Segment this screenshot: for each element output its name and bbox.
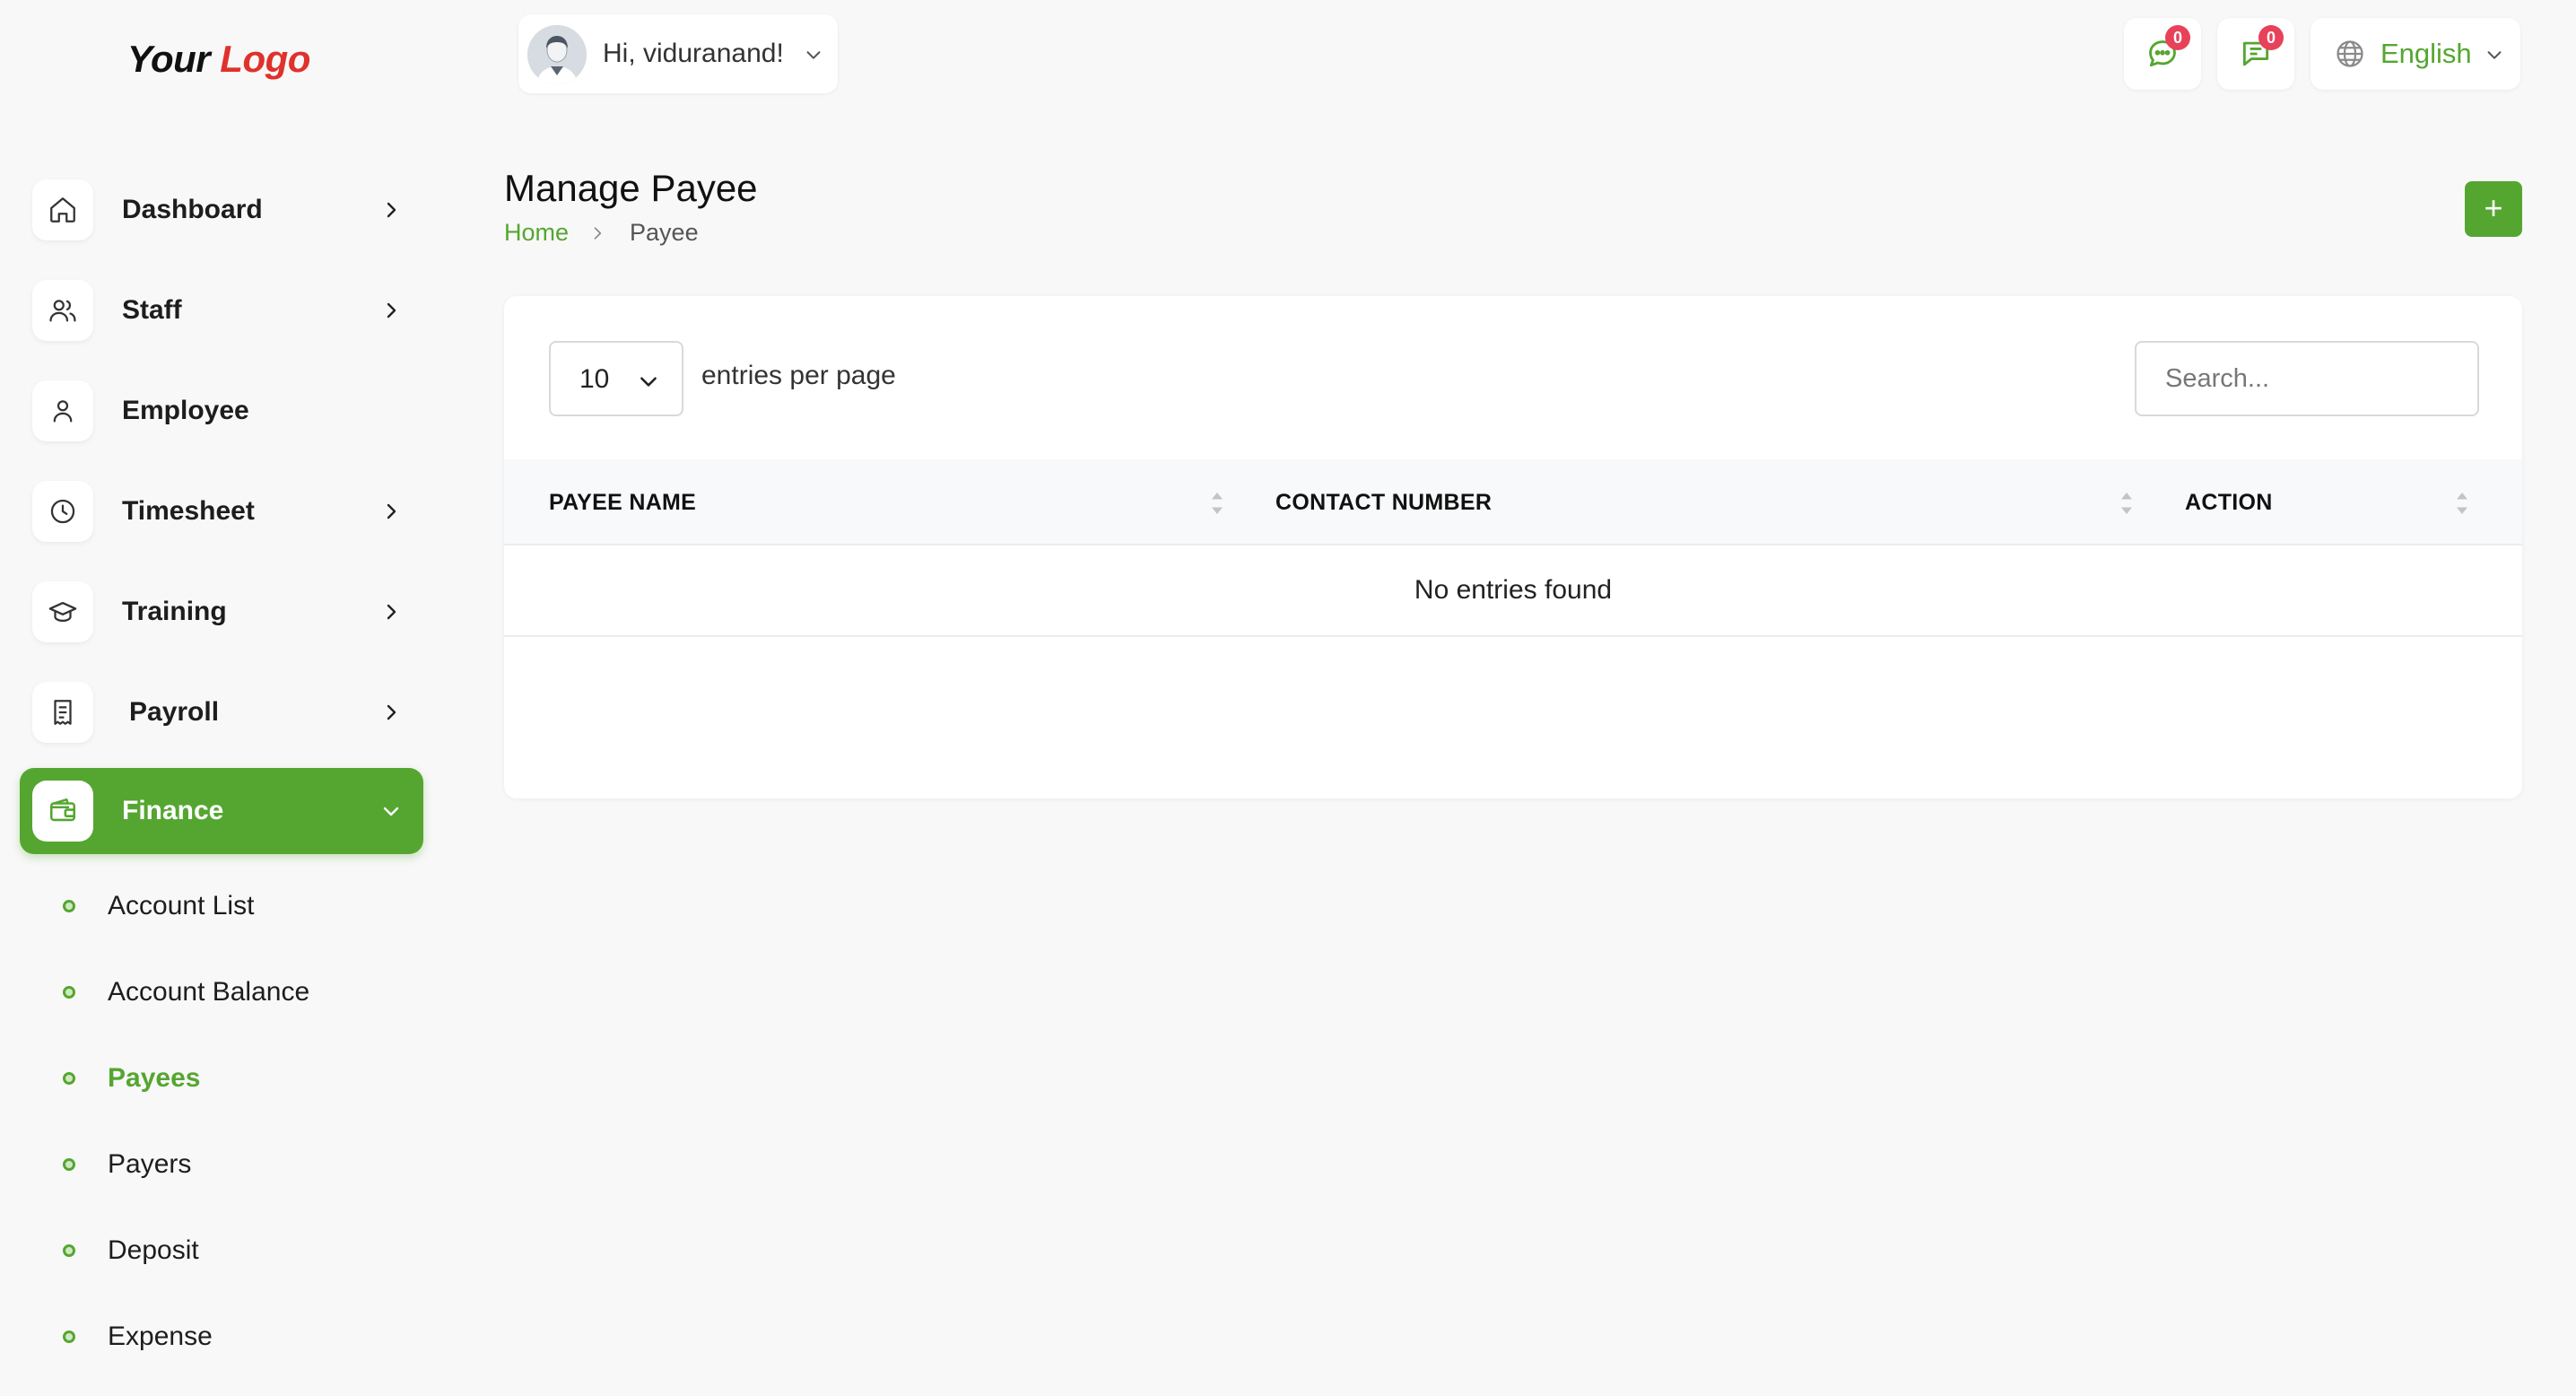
entries-per-page-value: 10 (579, 364, 610, 394)
submenu-item-payees[interactable]: Payees (63, 1059, 200, 1098)
user-icon (32, 380, 93, 441)
sidebar-item-timesheet[interactable]: Timesheet (20, 468, 423, 554)
chevron-right-icon (387, 202, 396, 218)
add-payee-button[interactable]: + (2465, 181, 2522, 237)
bullet-icon (63, 900, 75, 912)
chevron-right-icon (387, 704, 396, 720)
column-header-action[interactable]: ACTION (2185, 459, 2273, 545)
submenu-item-deposit[interactable]: Deposit (63, 1231, 199, 1270)
logo-word-your: Your (127, 38, 211, 80)
breadcrumb-home-link[interactable]: Home (504, 219, 569, 247)
sidebar-item-label: Timesheet (122, 496, 255, 526)
sidebar-item-label: Employee (122, 396, 249, 425)
breadcrumb-current: Payee (630, 219, 699, 246)
submenu-item-label: Payees (108, 1063, 201, 1093)
entries-per-page-label: entries per page (701, 361, 896, 390)
bullet-icon (63, 1244, 75, 1257)
logo-word-logo: Logo (220, 38, 310, 80)
sidebar-item-employee[interactable]: Employee (20, 368, 423, 454)
sidebar-item-label: Staff (122, 295, 182, 325)
search-input[interactable] (2135, 341, 2479, 416)
brand-logo[interactable]: Your Logo (127, 38, 310, 81)
receipt-icon (32, 682, 93, 743)
submenu-item-payers[interactable]: Payers (63, 1145, 191, 1184)
submenu-item-label: Account Balance (108, 977, 310, 1007)
column-header-label: CONTACT NUMBER (1275, 489, 1493, 515)
chevron-right-icon (594, 226, 602, 240)
submenu-item-expense[interactable]: Expense (63, 1317, 213, 1357)
chevron-down-icon (2487, 51, 2502, 59)
sidebar-item-label: Finance (122, 796, 224, 825)
home-icon (32, 179, 93, 240)
chevron-down-icon (383, 807, 399, 816)
chevron-right-icon (387, 302, 396, 318)
messages-badge: 0 (2165, 25, 2190, 50)
sort-icon[interactable] (2119, 490, 2135, 517)
globe-icon (2337, 40, 2363, 67)
submenu-item-label: Payers (108, 1149, 192, 1179)
sidebar-item-label: Training (122, 597, 227, 626)
clock-icon (32, 481, 93, 542)
submenu-item-label: Account List (108, 891, 255, 920)
bullet-icon (63, 1072, 75, 1085)
language-label: English (2380, 38, 2472, 69)
chevron-down-icon (806, 51, 821, 59)
submenu-item-label: Expense (108, 1322, 213, 1351)
bullet-icon (63, 986, 75, 999)
submenu-item-label: Deposit (108, 1235, 199, 1265)
bullet-icon (63, 1331, 75, 1343)
sidebar-item-label: Dashboard (122, 195, 263, 224)
empty-message: No entries found (1414, 575, 1613, 605)
wallet-icon (32, 781, 93, 842)
chevron-down-icon (640, 377, 657, 387)
sidebar-item-payroll[interactable]: Payroll (20, 669, 423, 755)
payee-table-card: 10 entries per page PAYEE NAME CONTACT N… (504, 296, 2522, 798)
submenu-item-account-list[interactable]: Account List (63, 886, 254, 926)
chat-button[interactable]: 0 (2217, 18, 2294, 90)
table-header: PAYEE NAME CONTACT NUMBER ACTION (504, 459, 2522, 545)
sidebar-item-dashboard[interactable]: Dashboard (20, 167, 423, 253)
breadcrumb: Home Payee (504, 219, 699, 247)
chevron-right-icon (387, 604, 396, 620)
users-icon (32, 280, 93, 341)
submenu-item-account-balance[interactable]: Account Balance (63, 973, 309, 1012)
sidebar-item-training[interactable]: Training (20, 569, 423, 655)
sidebar-item-finance[interactable]: Finance (20, 768, 423, 854)
language-selector[interactable]: English (2311, 18, 2520, 90)
page-title: Manage Payee (504, 167, 758, 209)
user-menu[interactable]: Hi, viduranand! (518, 14, 838, 93)
chevron-right-icon (387, 503, 396, 519)
sort-icon[interactable] (1209, 490, 1225, 517)
avatar (527, 25, 587, 84)
column-header-payee-name[interactable]: PAYEE NAME (549, 459, 696, 545)
column-header-contact-number[interactable]: CONTACT NUMBER (1275, 459, 1492, 545)
column-header-label: ACTION (2185, 489, 2273, 515)
sidebar-item-staff[interactable]: Staff (20, 267, 423, 353)
sidebar-item-label: Payroll (129, 697, 220, 727)
sort-icon[interactable] (2454, 490, 2470, 517)
entries-per-page-select[interactable]: 10 (549, 341, 683, 416)
messages-button[interactable]: 0 (2124, 18, 2201, 90)
bullet-icon (63, 1158, 75, 1171)
user-greeting: Hi, viduranand! (603, 39, 784, 68)
chat-badge: 0 (2258, 25, 2284, 50)
table-row: No entries found (504, 545, 2522, 637)
graduation-cap-icon (32, 581, 93, 642)
column-header-label: PAYEE NAME (549, 489, 697, 515)
